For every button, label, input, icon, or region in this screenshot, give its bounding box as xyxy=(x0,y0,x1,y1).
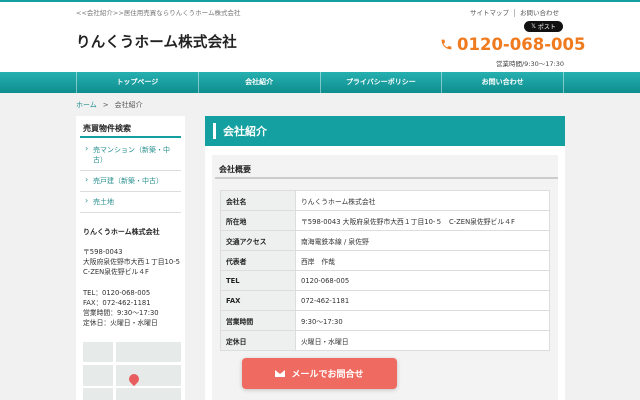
map-road xyxy=(83,362,181,365)
sidebar-postal: 〒598-0043 xyxy=(83,248,123,256)
header-tagline: <<会社紹介>>居住用売買ならりんくうホーム株式会社 xyxy=(76,9,241,17)
sidebar-tel: TEL：0120-068-005 xyxy=(83,289,151,297)
row-label: 所在地 xyxy=(220,210,296,231)
breadcrumb-current: 会社紹介 xyxy=(114,101,143,109)
sidebar-link-land[interactable]: 売土地 xyxy=(80,192,181,213)
map-pin-icon xyxy=(126,371,142,387)
sidebar-link-mansion[interactable]: 売マンション（新築・中古） xyxy=(80,140,181,171)
nav-privacy[interactable]: プライバシーポリシー xyxy=(319,72,442,93)
row-label: 交通アクセス xyxy=(220,230,296,251)
breadcrumb-home[interactable]: ホーム xyxy=(76,101,97,109)
phone-icon xyxy=(441,39,452,50)
map-road xyxy=(83,386,181,388)
title-accent-bar xyxy=(213,123,216,139)
map-road xyxy=(113,342,116,400)
page-title-bar: 会社紹介 xyxy=(205,116,565,146)
header-links: サイトマップ お問い合わせ xyxy=(465,7,564,17)
section-title-rule xyxy=(215,177,558,179)
sidebar-title: 売買物件検索 xyxy=(83,124,131,133)
table-row: FAX 072-462-1181 xyxy=(220,290,550,311)
sidebar-hours: 営業時間：9:30〜17:30 xyxy=(83,309,159,317)
section-title: 会社概要 xyxy=(219,165,251,174)
row-value: 072-462-1181 xyxy=(295,290,550,311)
row-label: FAX xyxy=(220,290,296,311)
row-label: TEL xyxy=(220,270,296,291)
nav-contact[interactable]: お問い合わせ xyxy=(441,72,564,93)
table-row: 定休日 火曜日・水曜日 xyxy=(220,330,550,351)
envelope-icon xyxy=(275,370,286,377)
row-label: 営業時間 xyxy=(220,310,296,331)
row-value: 0120-068-005 xyxy=(295,270,550,291)
x-post-label: ポスト xyxy=(537,24,556,31)
row-value: 9:30〜17:30 xyxy=(295,310,550,331)
row-value: 火曜日・水曜日 xyxy=(295,330,550,351)
table-row: 交通アクセス 南海電鉄本線 / 泉佐野 xyxy=(220,230,550,251)
row-label: 会社名 xyxy=(220,190,296,211)
table-row: 会社名 りんくうホーム株式会社 xyxy=(220,190,550,211)
breadcrumb: ホーム > 会社紹介 xyxy=(76,100,143,110)
table-row: TEL 0120-068-005 xyxy=(220,270,550,291)
row-value: 西岸 作哉 xyxy=(295,250,550,271)
contact-link[interactable]: お問い合わせ xyxy=(514,9,564,17)
sidebar-links: 売マンション（新築・中古） 売戸建（新築・中古） 売土地 xyxy=(80,140,181,213)
sidebar-address-line: 大阪府泉佐野市大西１丁目10-5 C-ZEN泉佐野ビル４F xyxy=(83,258,187,276)
table-row: 所在地 〒598-0043 大阪府泉佐野市大西１丁目10-５ C-ZEN泉佐野ビル… xyxy=(220,210,550,231)
mail-contact-label: メールでお問合せ xyxy=(291,370,364,380)
sidebar-address: 〒598-0043 大阪府泉佐野市大西１丁目10-5 C-ZEN泉佐野ビル４F xyxy=(83,247,187,277)
x-post-button[interactable]: 𝕏 ポスト xyxy=(524,21,563,32)
sidebar-link-house[interactable]: 売戸建（新築・中古） xyxy=(80,171,181,192)
company-info-table: 会社名 りんくうホーム株式会社 所在地 〒598-0043 大阪府泉佐野市大西１丁目… xyxy=(220,190,550,351)
mail-contact-button[interactable]: メールでお問合せ xyxy=(242,358,397,389)
sidebar-map[interactable] xyxy=(83,342,181,400)
global-nav: トップページ 会社紹介 プライバシーポリシー お問い合わせ xyxy=(0,72,640,93)
page-title: 会社紹介 xyxy=(223,125,267,138)
sidebar-title-rule xyxy=(80,136,181,138)
row-label: 定休日 xyxy=(220,330,296,351)
sidebar-fax: FAX：072-462-1181 xyxy=(83,299,151,307)
phone-number-text: 0120-068-005 xyxy=(457,35,586,54)
sidebar-contact: TEL：0120-068-005 FAX：072-462-1181 営業時間：9… xyxy=(83,288,183,328)
sitemap-link[interactable]: サイトマップ xyxy=(465,9,514,17)
row-value: 〒598-0043 大阪府泉佐野市大西１丁目10-５ C-ZEN泉佐野ビル４F xyxy=(295,210,550,231)
breadcrumb-separator: > xyxy=(102,101,109,109)
sidebar-company-name: りんくうホーム株式会社 xyxy=(83,228,160,236)
sidebar: 売買物件検索 売マンション（新築・中古） 売戸建（新築・中古） 売土地 りんくう… xyxy=(76,116,187,400)
nav-company[interactable]: 会社紹介 xyxy=(197,72,320,93)
row-value: りんくうホーム株式会社 xyxy=(295,190,550,211)
header-accent-line xyxy=(0,0,640,2)
x-icon: 𝕏 xyxy=(531,23,536,30)
row-value: 南海電鉄本線 / 泉佐野 xyxy=(295,230,550,251)
sidebar-closed: 定休日：火曜日・水曜日 xyxy=(83,319,158,327)
business-hours: 営業時間/9:30〜17:30 xyxy=(495,60,564,68)
table-row: 代表者 西岸 作哉 xyxy=(220,250,550,271)
phone-number[interactable]: 0120-068-005 xyxy=(440,35,586,54)
table-row: 営業時間 9:30〜17:30 xyxy=(220,310,550,331)
nav-top[interactable]: トップページ xyxy=(76,72,198,93)
row-label: 代表者 xyxy=(220,250,296,271)
site-logo[interactable]: りんくうホーム株式会社 xyxy=(76,31,237,52)
